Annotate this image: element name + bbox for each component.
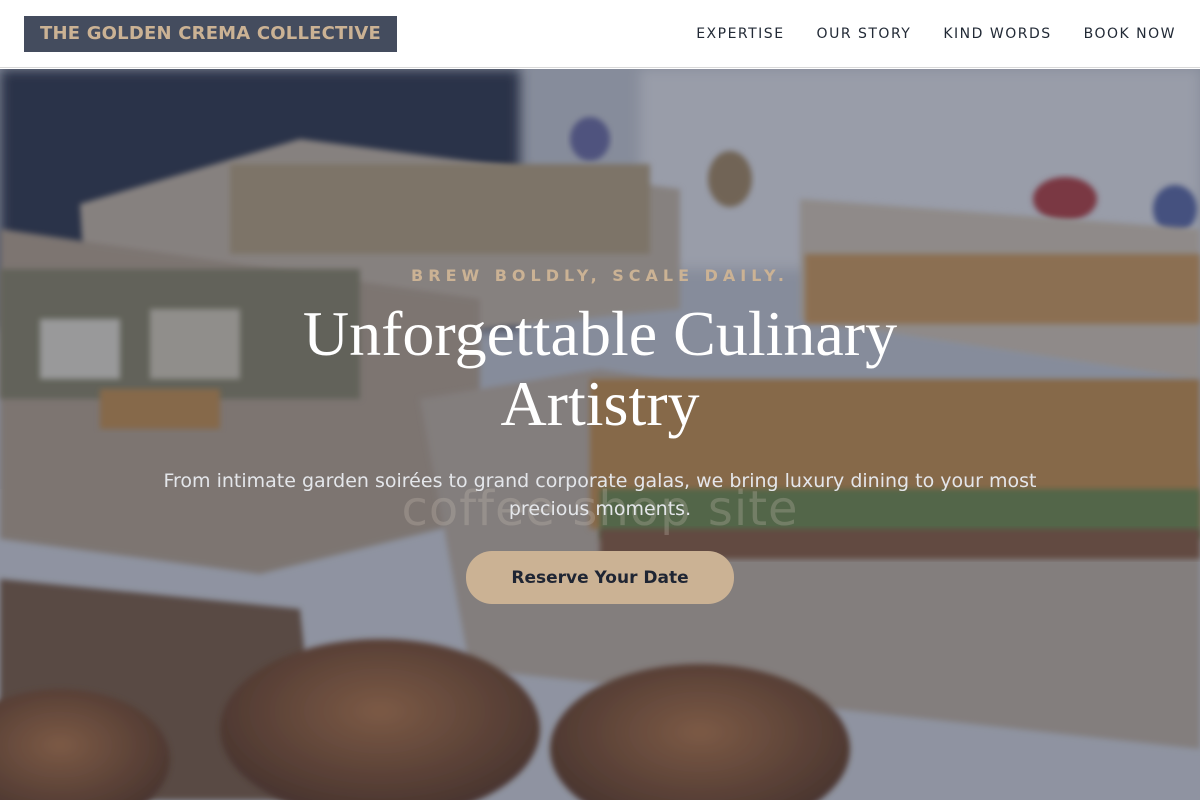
main-nav: EXPERTISE OUR STORY KIND WORDS BOOK NOW [664, 26, 1176, 42]
nav-link-book-now[interactable]: BOOK NOW [1084, 26, 1176, 42]
hero-headline: Unforgettable Culinary Artistry [302, 298, 898, 439]
top-navbar: THE GOLDEN CREMA COLLECTIVE EXPERTISE OU… [0, 0, 1200, 68]
nav-link-kind-words[interactable]: KIND WORDS [943, 26, 1051, 42]
hero-tagline: BREW BOLDLY, SCALE DAILY. [411, 266, 789, 285]
hero-content: BREW BOLDLY, SCALE DAILY. Unforgettable … [0, 69, 1200, 800]
reserve-date-button[interactable]: Reserve Your Date [466, 551, 734, 604]
hero-subtext: From intimate garden soirées to grand co… [163, 470, 1037, 520]
hero-section: coffee shop site BREW BOLDLY, SCALE DAIL… [0, 69, 1200, 800]
nav-link-our-story[interactable]: OUR STORY [817, 26, 912, 42]
nav-link-expertise[interactable]: EXPERTISE [696, 26, 784, 42]
brand-logo[interactable]: THE GOLDEN CREMA COLLECTIVE [24, 15, 398, 52]
